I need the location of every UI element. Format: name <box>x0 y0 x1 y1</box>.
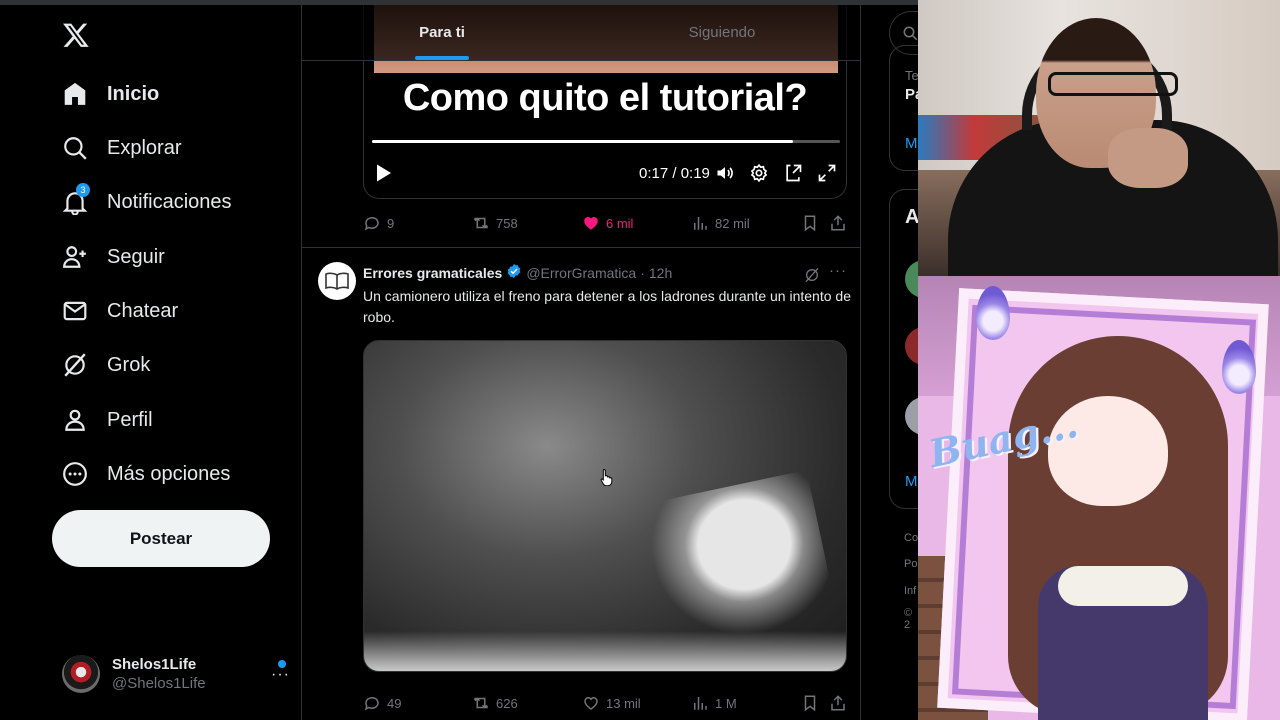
trends-card: Te Pa M <box>889 45 918 171</box>
account-switcher[interactable]: Shelos1Life @Shelos1Life ··· <box>62 648 290 700</box>
play-icon[interactable] <box>375 162 393 184</box>
video-caption: Como quito el tutorial? <box>402 77 808 119</box>
tab-following[interactable]: Siguiendo <box>582 5 860 60</box>
trend-category: Te <box>905 68 918 83</box>
hand-cursor-icon <box>600 468 614 491</box>
tweet-time[interactable]: 12h <box>649 265 672 281</box>
grok-icon <box>62 352 88 378</box>
reply-count: 9 <box>387 215 395 231</box>
views-button[interactable]: 82 mil <box>691 214 750 232</box>
views-count: 1 M <box>715 695 737 711</box>
minimize-player-icon[interactable] <box>783 162 803 184</box>
who-to-follow-title: A <box>905 206 918 228</box>
like-count: 13 mil <box>606 695 641 711</box>
repost-count: 626 <box>496 695 518 711</box>
footer-link[interactable]: Co <box>904 532 918 544</box>
nav-grok-label: Grok <box>107 353 151 376</box>
tweet-header: Errores gramaticales @ErrorGramatica · 1… <box>363 263 672 283</box>
nav-grok[interactable]: Grok <box>52 342 160 388</box>
webcam-overlay <box>918 0 1280 276</box>
author-name[interactable]: Errores gramaticales <box>363 265 502 281</box>
x-logo-icon[interactable] <box>62 21 90 49</box>
nav-more-options[interactable]: Más opciones <box>52 451 240 497</box>
more-icon <box>62 461 88 487</box>
verified-badge-icon <box>506 263 522 283</box>
show-more-link[interactable]: M <box>905 135 918 152</box>
grok-explain-icon[interactable] <box>804 267 820 288</box>
like-button[interactable]: 13 mil <box>582 694 641 712</box>
nav-follow[interactable]: Seguir <box>52 234 175 280</box>
video-progress-bar[interactable] <box>372 140 840 143</box>
follow-icon <box>62 244 88 270</box>
avatar <box>62 655 100 693</box>
tweet-divider <box>302 247 860 248</box>
header-separator: · <box>640 265 645 281</box>
account-handle: @Shelos1Life <box>112 675 206 692</box>
tab-for-you[interactable]: Para ti <box>302 5 582 60</box>
webcam-person-hand <box>1108 128 1188 188</box>
nav-profile-label: Perfil <box>107 408 153 431</box>
volume-icon[interactable] <box>715 162 735 184</box>
vtuber-overlay: Buag... <box>918 276 1280 720</box>
home-icon <box>62 81 88 107</box>
nav-explore-label: Explorar <box>107 136 182 159</box>
account-name: Shelos1Life <box>112 656 197 673</box>
vtuber-collar <box>1058 566 1188 606</box>
glasses-icon <box>1048 72 1178 96</box>
main-feed: Para ti Siguiendo Como quito el tutorial… <box>301 5 861 720</box>
views-count: 82 mil <box>715 215 750 231</box>
reply-button[interactable]: 9 <box>363 214 394 232</box>
nav-chat[interactable]: Chatear <box>52 288 188 334</box>
notification-badge: 3 <box>76 183 90 197</box>
book-avatar-icon[interactable] <box>318 262 356 300</box>
share-icon[interactable] <box>829 694 853 712</box>
video-ground <box>364 631 846 671</box>
left-sidebar: Inicio Explorar 3 Notificaciones Seguir … <box>0 5 301 720</box>
repost-button[interactable]: 758 <box>472 214 518 232</box>
right-column: Te Pa M A M Co Po Inf © 2 <box>861 5 918 720</box>
tweet-more-icon[interactable]: ··· <box>829 262 847 279</box>
nav-notifications-label: Notificaciones <box>107 190 232 213</box>
reply-count: 49 <box>387 695 402 711</box>
footer-link[interactable]: Inf <box>904 585 916 597</box>
nav-follow-label: Seguir <box>107 245 165 268</box>
footer-link[interactable]: Po <box>904 558 917 570</box>
footer-copyright: © 2 <box>904 607 913 631</box>
tweet-video[interactable] <box>363 340 847 672</box>
video-time: 0:17 / 0:19 <box>639 164 710 182</box>
views-button[interactable]: 1 M <box>691 694 737 712</box>
tweet-text: Un camionero utiliza el freno para deten… <box>363 288 851 325</box>
show-more-link[interactable]: M <box>905 473 918 490</box>
bookmark-icon[interactable] <box>801 694 825 712</box>
tweet-actions: 49 626 13 mil 1 M <box>363 693 847 713</box>
nav-home[interactable]: Inicio <box>52 71 169 117</box>
mail-icon <box>62 298 88 324</box>
nav-explore[interactable]: Explorar <box>52 125 191 171</box>
nav-profile[interactable]: Perfil <box>52 397 163 443</box>
like-button[interactable]: 6 mil <box>582 214 633 232</box>
reply-button[interactable]: 49 <box>363 694 401 712</box>
video-figure <box>640 469 838 653</box>
bookmark-icon[interactable] <box>801 214 825 232</box>
tweet-actions: 9 758 6 mil 82 mil <box>363 213 847 233</box>
profile-icon <box>62 407 88 433</box>
nav-home-label: Inicio <box>107 82 160 105</box>
bell-icon: 3 <box>62 183 90 216</box>
nav-chat-label: Chatear <box>107 299 179 322</box>
nav-more-options-label: Más opciones <box>107 462 231 485</box>
trend-title[interactable]: Pa <box>905 86 918 103</box>
feed-tabs: Para ti Siguiendo <box>302 5 860 61</box>
author-handle[interactable]: @ErrorGramatica <box>526 265 636 281</box>
nav-notifications[interactable]: 3 Notificaciones <box>52 179 242 225</box>
share-icon[interactable] <box>829 214 853 232</box>
search-icon <box>902 25 918 46</box>
search-icon <box>62 135 88 161</box>
account-more-icon[interactable]: ··· <box>271 666 290 684</box>
post-button[interactable]: Postear <box>52 510 270 567</box>
repost-button[interactable]: 626 <box>472 694 518 712</box>
repost-count: 758 <box>496 215 518 231</box>
settings-gear-icon[interactable] <box>749 162 769 184</box>
like-count: 6 mil <box>606 215 634 231</box>
fullscreen-icon[interactable] <box>817 162 837 184</box>
